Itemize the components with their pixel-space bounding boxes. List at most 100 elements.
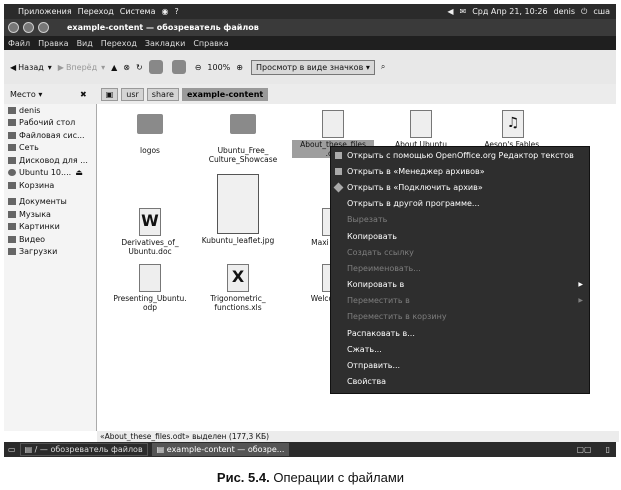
menu-item-label: Переместить в корзину (347, 312, 447, 322)
volume-icon[interactable]: ◀ (447, 7, 453, 16)
sidebar-item-trash[interactable]: Корзина (4, 179, 96, 192)
breadcrumb-example-content[interactable]: example-content (181, 87, 269, 101)
minimize-button[interactable] (23, 22, 34, 33)
file-item-kubuntu-leaflet[interactable]: Kubuntu_leaflet.jpg (197, 174, 279, 245)
back-button[interactable]: ◀ Назад ▾ (10, 63, 52, 72)
power-icon[interactable]: ⏻ (581, 7, 587, 17)
places-menu[interactable]: Переход (78, 7, 114, 16)
zoom-out-button[interactable]: ⊖ (195, 63, 202, 72)
computer-button[interactable] (171, 60, 189, 74)
chevron-down-icon[interactable]: ▾ (48, 63, 52, 72)
forward-button[interactable]: ▶ Вперёд ▾ (58, 63, 105, 72)
show-desktop-icon[interactable]: ▭ (8, 445, 16, 454)
places-dropdown[interactable]: Место ▾ (10, 90, 80, 99)
file-item-culture-showcase[interactable]: Ubuntu_Free_ Culture_Showcase (202, 114, 284, 164)
menu-item-extract-to[interactable]: Распаковать в... (331, 325, 589, 341)
sidebar-item-network[interactable]: Сеть (4, 142, 96, 155)
firefox-icon[interactable]: ◉ (161, 7, 168, 16)
file-item-derivatives[interactable]: W Derivatives_of_ Ubuntu.doc (109, 208, 191, 256)
menu-edit[interactable]: Правка (38, 39, 68, 48)
close-button[interactable] (8, 22, 19, 33)
file-item-logos[interactable]: logos (109, 114, 191, 155)
menu-item-compress[interactable]: Сжать... (331, 341, 589, 357)
task-label: example-content — обозре... (166, 445, 285, 454)
sidebar-item-music[interactable]: Музыка (4, 208, 96, 221)
menu-item-make-link[interactable]: Создать ссылку (331, 244, 589, 260)
sidebar-item-documents[interactable]: Документы (4, 196, 96, 209)
file-item-about-ubuntu[interactable]: About Ubuntu (380, 110, 462, 149)
sidebar-item-label: Дисковод для ... (19, 155, 88, 165)
menu-item-rename[interactable]: Переименовать... (331, 260, 589, 276)
help-icon[interactable]: ? (174, 7, 178, 16)
menu-item-label: Открыть в другой программе... (347, 199, 480, 209)
menu-go[interactable]: Переход (101, 39, 137, 48)
trash-applet-icon[interactable]: ▯ (606, 445, 610, 454)
menu-item-send[interactable]: Отправить... (331, 357, 589, 373)
view-mode-select[interactable]: Просмотр в виде значков ▾ (250, 59, 375, 75)
close-sidebar-icon[interactable]: ✖ (80, 90, 87, 99)
breadcrumb-usr[interactable]: usr (121, 87, 144, 101)
mail-icon[interactable]: ✉ (459, 7, 466, 16)
menu-item-cut[interactable]: Вырезать (331, 212, 589, 228)
file-label: Ubuntu_Free_ Culture_Showcase (208, 146, 278, 164)
view-mode-label: Просмотр в виде значков (255, 62, 364, 72)
breadcrumb-share[interactable]: share (146, 87, 179, 101)
menu-item-open-other-app[interactable]: Открыть в другой программе... (331, 196, 589, 212)
maximize-button[interactable] (38, 22, 49, 33)
zoom-in-icon: ⊕ (236, 62, 243, 72)
file-label: Kubuntu_leaflet.jpg (201, 236, 275, 245)
context-menu: Открыть с помощью OpenOffice.org Редакто… (330, 146, 590, 394)
clock[interactable]: Срд Апр 21, 10:26 (472, 7, 547, 16)
sidebar-item-desktop[interactable]: Рабочий стол (4, 117, 96, 130)
file-item-trigonometric[interactable]: X Trigonometric_ functions.xls (197, 264, 279, 312)
reload-button[interactable]: ↻ (136, 63, 143, 72)
sidebar: denis Рабочий стол Файловая сис... Сеть … (4, 104, 97, 431)
menu-item-properties[interactable]: Свойства (331, 374, 589, 390)
user-menu[interactable]: denis (554, 7, 575, 16)
menu-item-move-to[interactable]: Переместить в ▶ (331, 293, 589, 309)
workspace-switcher[interactable]: ▢▢ (576, 445, 591, 454)
system-menu[interactable]: Система (120, 7, 156, 16)
sidebar-item-home[interactable]: denis (4, 104, 96, 117)
chevron-down-icon[interactable]: ▾ (101, 63, 105, 72)
sidebar-item-ubuntu-cd[interactable]: Ubuntu 10.... ⏏ (4, 167, 96, 180)
menu-bookmarks[interactable]: Закладки (145, 39, 185, 48)
menu-item-mount-archive[interactable]: Открыть в «Подключить архив» (331, 179, 589, 195)
menu-item-copy-to[interactable]: Копировать в ▶ (331, 277, 589, 293)
menu-item-move-to-trash[interactable]: Переместить в корзину (331, 309, 589, 325)
file-item-presenting-ubuntu[interactable]: Presenting_Ubuntu. odp (109, 264, 191, 312)
sidebar-item-downloads[interactable]: Загрузки (4, 246, 96, 259)
sidebar-item-videos[interactable]: Видео (4, 233, 96, 246)
menu-item-open-with-openoffice[interactable]: Открыть с помощью OpenOffice.org Редакто… (331, 147, 589, 163)
menu-file[interactable]: Файл (8, 39, 30, 48)
menu-item-label: Копировать в (347, 280, 405, 290)
sidebar-item-label: denis (19, 105, 41, 115)
menu-view[interactable]: Вид (77, 39, 93, 48)
taskbar-item-root-browser[interactable]: ▤ / — обозреватель файлов (19, 443, 148, 456)
home-button[interactable] (148, 60, 166, 74)
up-button[interactable]: ▲ (111, 63, 117, 72)
file-label: logos (140, 146, 160, 155)
sidebar-item-floppy[interactable]: Дисковод для ... (4, 154, 96, 167)
documents-folder-icon (8, 198, 16, 206)
word-document-icon: W (139, 208, 161, 236)
sidebar-item-pictures[interactable]: Картинки (4, 221, 96, 234)
sidebar-item-label: Рабочий стол (19, 118, 76, 128)
file-item-aesops-fables[interactable]: ♫ Aesop's Fables. (472, 110, 554, 149)
menu-item-copy[interactable]: Копировать (331, 228, 589, 244)
menubar: Файл Правка Вид Переход Закладки Справка (4, 36, 616, 50)
keyboard-layout[interactable]: сша (593, 7, 610, 16)
image-thumbnail-icon (217, 174, 259, 234)
stop-button[interactable]: ⊗ (123, 63, 130, 72)
menu-item-open-archive-manager[interactable]: Открыть в «Менеджер архивов» (331, 163, 589, 179)
applications-menu[interactable]: Приложения (18, 7, 72, 16)
taskbar-item-example-content[interactable]: ▤ example-content — обозре... (151, 443, 290, 456)
eject-icon[interactable]: ⏏ (75, 168, 83, 177)
search-button[interactable]: ⌕ (381, 62, 385, 72)
file-label: Presenting_Ubuntu. odp (113, 294, 187, 312)
toggle-path-button[interactable]: ▣ (100, 87, 119, 101)
menu-help[interactable]: Справка (193, 39, 228, 48)
zoom-in-button[interactable]: ⊕ (236, 63, 243, 72)
sidebar-item-filesystem[interactable]: Файловая сис... (4, 129, 96, 142)
downloads-folder-icon (8, 248, 16, 256)
